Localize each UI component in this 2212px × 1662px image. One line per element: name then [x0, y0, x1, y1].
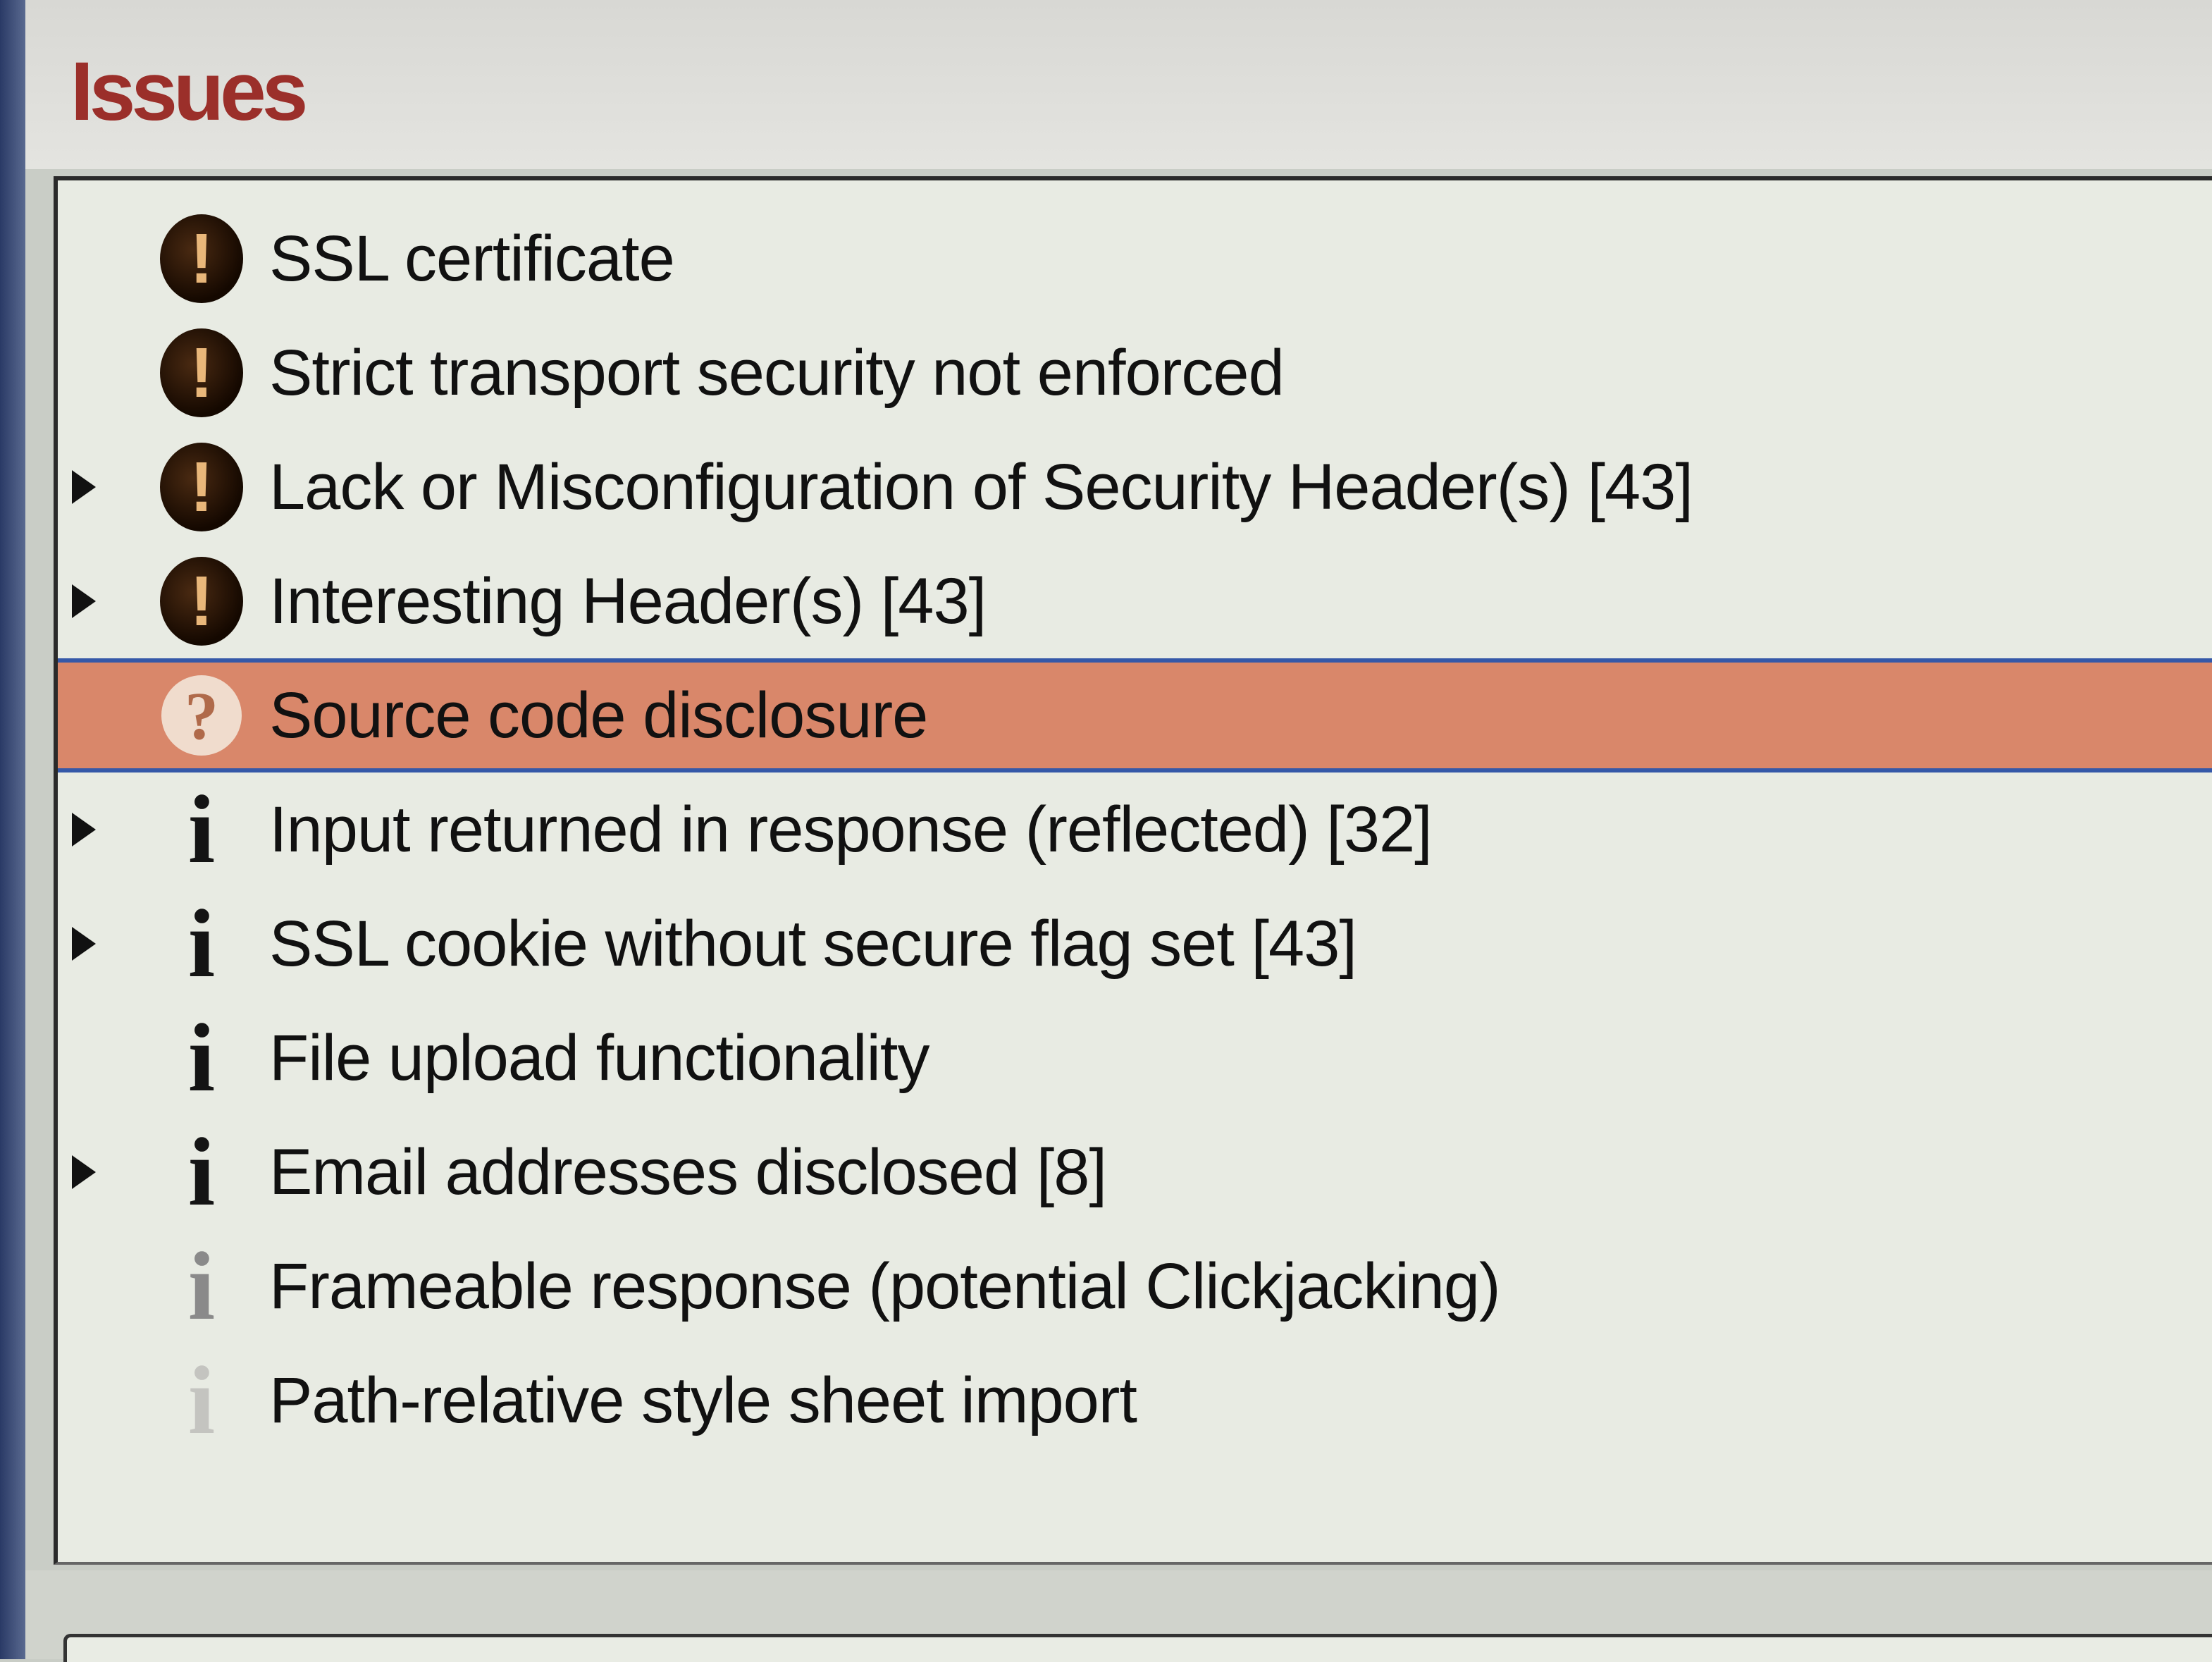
issue-label: SSL cookie without secure flag set [43]	[269, 907, 1357, 980]
issue-row-path-relative-css[interactable]: i Path-relative style sheet import	[58, 1343, 2212, 1458]
issue-label: SSL certificate	[269, 222, 675, 295]
window-left-edge	[0, 0, 25, 1659]
issue-row-ssl-cookie[interactable]: i SSL cookie without secure flag set [43…	[58, 887, 2212, 1001]
exclamation-icon: !	[156, 556, 247, 646]
issue-label: Strict transport security not enforced	[269, 336, 1285, 409]
issue-label: File upload functionality	[269, 1021, 929, 1094]
info-icon: i	[187, 1232, 216, 1340]
info-icon: i	[187, 1346, 216, 1454]
issue-label: Source code disclosure	[269, 679, 928, 751]
expand-arrow-icon[interactable]	[72, 470, 96, 504]
issue-label: Input returned in response (reflected) […	[269, 793, 1433, 866]
question-icon: ?	[156, 670, 247, 761]
issue-label: Interesting Header(s) [43]	[269, 565, 987, 637]
info-icon: i	[187, 1004, 216, 1112]
issue-row-strict-transport-security[interactable]: ! Strict transport security not enforced	[58, 316, 2212, 430]
info-icon: i	[187, 1118, 216, 1226]
panel-title: Issues	[70, 45, 308, 138]
panel-header	[25, 0, 2212, 169]
exclamation-icon: !	[156, 328, 247, 418]
expand-arrow-icon[interactable]	[72, 584, 96, 618]
issue-label: Frameable response (potential Clickjacki…	[269, 1250, 1501, 1322]
issue-row-interesting-headers[interactable]: ! Interesting Header(s) [43]	[58, 544, 2212, 658]
issue-row-email-addresses[interactable]: i Email addresses disclosed [8]	[58, 1115, 2212, 1229]
expand-arrow-icon[interactable]	[72, 813, 96, 847]
issue-label: Lack or Misconfiguration of Security Hea…	[269, 450, 1693, 523]
issue-row-security-headers[interactable]: ! Lack or Misconfiguration of Security H…	[58, 430, 2212, 544]
issue-row-ssl-certificate[interactable]: ! SSL certificate	[58, 202, 2212, 316]
lower-panel-edge	[63, 1634, 2212, 1662]
issue-row-input-reflected[interactable]: i Input returned in response (reflected)…	[58, 772, 2212, 887]
exclamation-icon: !	[156, 442, 247, 532]
info-icon: i	[187, 890, 216, 997]
issue-label: Email addresses disclosed [8]	[269, 1135, 1107, 1208]
exclamation-icon: !	[156, 214, 247, 304]
issues-list[interactable]: ! SSL certificate ! Strict transport sec…	[54, 176, 2212, 1565]
expand-arrow-icon[interactable]	[72, 927, 96, 961]
issue-row-file-upload[interactable]: i File upload functionality	[58, 1001, 2212, 1115]
issue-row-frameable-response[interactable]: i Frameable response (potential Clickjac…	[58, 1229, 2212, 1343]
issue-row-source-code-disclosure[interactable]: ? Source code disclosure	[58, 658, 2212, 772]
issue-label: Path-relative style sheet import	[269, 1364, 1137, 1436]
expand-arrow-icon[interactable]	[72, 1155, 96, 1189]
info-icon: i	[187, 775, 216, 883]
